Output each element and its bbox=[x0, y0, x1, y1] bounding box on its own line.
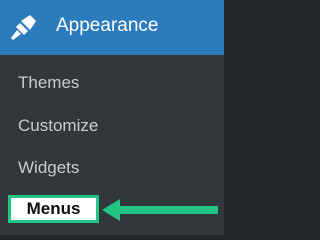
arrow-left-icon bbox=[100, 197, 222, 223]
submenu-item-menus-label: Menus bbox=[26, 199, 81, 218]
submenu-item-widgets[interactable]: Widgets bbox=[18, 158, 79, 178]
paintbrush-icon bbox=[10, 13, 38, 41]
submenu-item-themes[interactable]: Themes bbox=[18, 73, 79, 93]
admin-menu: Appearance Themes Customize Widgets Menu… bbox=[0, 0, 224, 235]
submenu-item-customize[interactable]: Customize bbox=[18, 116, 98, 136]
submenu-item-menus[interactable]: Menus bbox=[8, 195, 99, 223]
menu-header-appearance[interactable]: Appearance bbox=[0, 0, 224, 55]
menu-title: Appearance bbox=[56, 15, 159, 36]
